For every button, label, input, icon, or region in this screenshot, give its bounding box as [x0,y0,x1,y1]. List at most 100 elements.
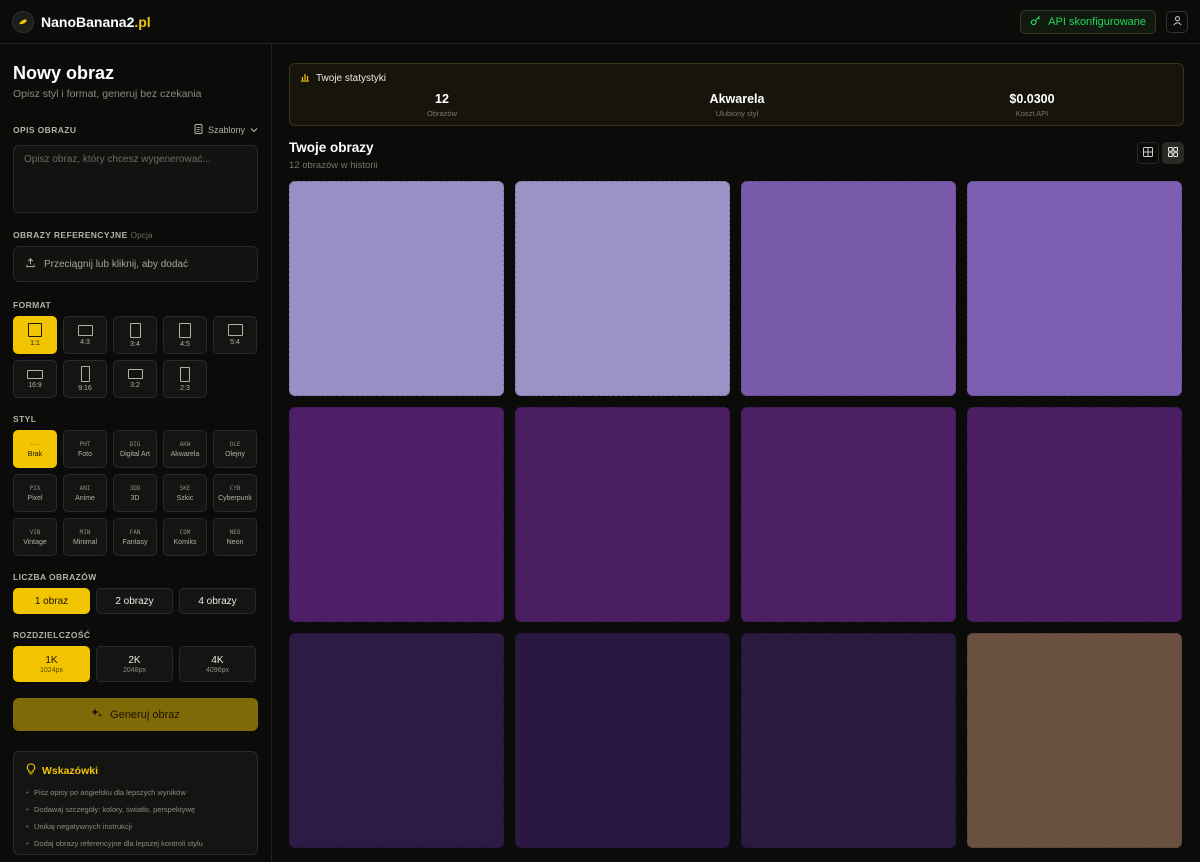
stat-value: Akwarela [709,92,765,106]
page-subtitle: Opisz styl i format, generuj bez czekani… [13,88,202,100]
format-option-16x9[interactable]: 16:9 [13,360,57,398]
gallery-image[interactable] [967,407,1182,622]
style-label: Brak [27,450,43,458]
format-option-5x4[interactable]: 5:4 [213,316,257,354]
aspect-ratio-icon [180,366,190,382]
style-option-komiks[interactable]: COM Komiks [163,518,207,556]
style-option-digital-art[interactable]: DIG Digital Art [113,430,157,468]
image-placeholder [741,633,956,848]
gallery-image[interactable] [515,181,730,396]
style-option-anime[interactable]: ANI Anime [63,474,107,512]
gallery-image[interactable] [289,181,504,396]
gallery-image[interactable] [967,181,1182,396]
style-label: Foto [77,450,92,458]
resolution-size: 4096px [206,666,229,674]
style-option-minimal[interactable]: MIN Minimal [63,518,107,556]
image-placeholder [741,407,956,622]
resolution-size: 2048px [123,666,146,674]
resolution-option-2k[interactable]: 2K 2048px [96,646,173,682]
format-label: 3:2 [130,382,140,389]
gallery-image[interactable] [741,407,956,622]
grid-small-icon [1168,144,1178,162]
small-grid-button[interactable] [1162,142,1184,164]
style-code: AKW [179,440,191,448]
style-code: ANI [79,484,91,492]
gallery-image[interactable] [741,633,956,848]
brand-main: NanoBanana2 [41,13,135,30]
style-option-neon[interactable]: NEO Neon [213,518,257,556]
format-label: 5:4 [230,339,240,346]
logo-icon[interactable] [12,10,34,33]
format-option-4x3[interactable]: 4:3 [63,316,107,354]
lightbulb-icon [26,763,36,778]
gallery-image[interactable] [515,407,730,622]
count-option[interactable]: 4 obrazy [179,588,256,614]
style-option-fantasy[interactable]: FAN Fantasy [113,518,157,556]
format-option-4x5[interactable]: 4:5 [163,316,207,354]
reference-label-text: OBRAZY REFERENCYJNE [13,230,128,240]
count-options: 1 obraz 2 obrazy 4 obrazy [13,588,258,614]
gallery-image[interactable] [741,181,956,396]
style-option-akwarela[interactable]: AKW Akwarela [163,430,207,468]
resolution-option-1k[interactable]: 1K 1024px [13,646,90,682]
brand-name[interactable]: NanoBanana2.pl [41,14,151,30]
image-placeholder [741,181,956,396]
tip-item: Pisz opisy po angielsku dla lepszych wyn… [26,788,245,797]
style-label: Komiks [173,538,197,546]
prompt-input[interactable]: Opisz obraz, który chcesz wygenerować... [13,145,258,213]
bar-chart-icon [300,72,310,85]
top-bar: NanoBanana2.pl API skonfigurowane [0,0,1200,44]
large-grid-button[interactable] [1137,142,1159,164]
api-status-button[interactable]: API skonfigurowane [1020,9,1156,34]
gallery-image[interactable] [967,633,1182,848]
image-placeholder [289,407,504,622]
reference-dropzone[interactable]: Przeciągnij lub kliknij, aby dodać [13,246,258,282]
reference-optional: Opcja [130,230,153,240]
document-icon [194,124,203,136]
stat-label: Ulubiony styl [715,109,759,118]
format-option-1x1[interactable]: 1:1 [13,316,57,354]
generate-button[interactable]: Generuj obraz [13,698,258,731]
style-option-olejny[interactable]: OLE Olejny [213,430,257,468]
style-label: Anime [75,494,95,502]
style-option-3d[interactable]: 3DD 3D [113,474,157,512]
style-option-cyberpunk[interactable]: CYB Cyberpunk [213,474,257,512]
style-option-szkic[interactable]: SKE Szkic [163,474,207,512]
grid-2x2-icon [1143,144,1153,162]
style-label: Olejny [225,450,245,458]
style-label: Digital Art [120,450,150,458]
style-option-vintage[interactable]: VIN Vintage [13,518,57,556]
format-option-3x2[interactable]: 3:2 [113,360,157,398]
gallery-image[interactable] [289,633,504,848]
style-option-pixel[interactable]: PIX Pixel [13,474,57,512]
style-code: PIX [29,484,41,492]
resolution-option-4k[interactable]: 4K 4096px [179,646,256,682]
format-option-2x3[interactable]: 2:3 [163,360,207,398]
stat-images: 12 Obrazów [367,92,517,118]
resolution-label: 2K [128,654,141,666]
stats-panel: Twoje statystyki 12 Obrazów Akwarela Ulubi… [289,63,1184,126]
reference-label: OBRAZY REFERENCYJNE Opcja [13,230,258,240]
user-menu-button[interactable] [1166,10,1188,33]
stat-value: 12 [435,92,449,106]
reference-drop-label: Przeciągnij lub kliknij, aby dodać [44,258,188,270]
templates-dropdown[interactable]: Szablony [194,124,258,136]
gallery-image[interactable] [289,407,504,622]
style-code: MIN [79,528,91,536]
count-label: 4 obrazy [198,595,237,607]
gallery-image[interactable] [515,633,730,848]
count-option[interactable]: 2 obrazy [96,588,173,614]
style-label: Szkic [176,494,194,502]
style-label: Pixel [27,494,43,502]
format-label: 4:3 [80,338,90,346]
image-placeholder [967,633,1182,848]
count-option[interactable]: 1 obraz [13,588,90,614]
format-label: FORMAT [13,300,52,310]
stat-cost: $0.0300 Koszt API [957,92,1107,118]
format-option-3x4[interactable]: 3:4 [113,316,157,354]
style-option-brak[interactable]: --- Brak [13,430,57,468]
style-code: COM [179,528,191,536]
format-option-9x16[interactable]: 9:16 [63,360,107,398]
stat-value: $0.0300 [1009,92,1055,106]
style-option-foto[interactable]: PHT Foto [63,430,107,468]
